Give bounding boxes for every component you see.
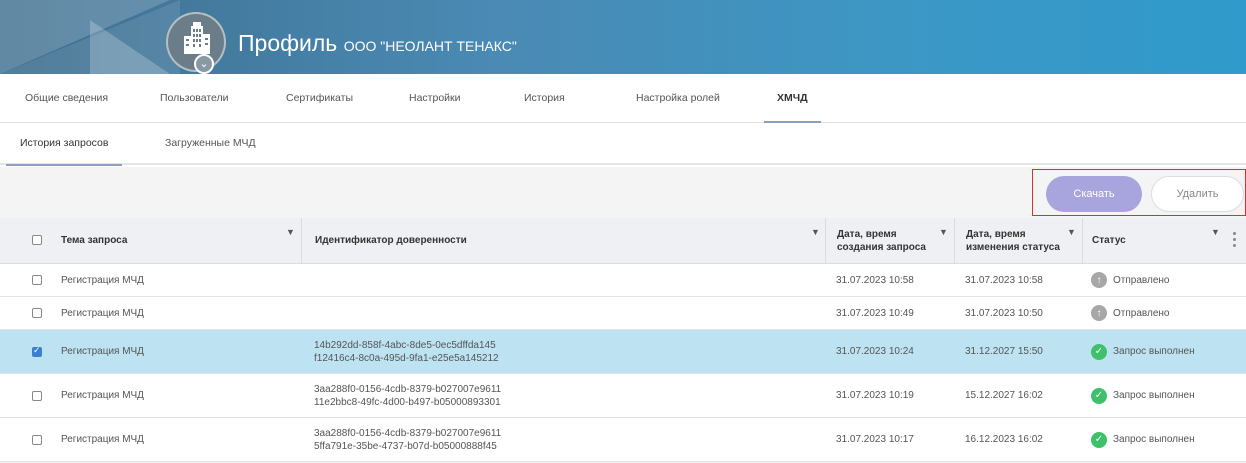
table-row[interactable]: Регистрация МЧД 14b292dd-858f-4abc-8de5-…: [0, 330, 1246, 374]
xmchd-subtabs: История запросов Загруженные МЧД: [0, 128, 1246, 166]
table-row[interactable]: Регистрация МЧД 3aa288f0-0156-4cdb-8379-…: [0, 418, 1246, 462]
table-row[interactable]: Регистрация МЧД 3aa288f0-0156-4cdb-8379-…: [0, 374, 1246, 418]
cell-status: ✓ Запрос выполнен: [1091, 374, 1241, 417]
column-header-created[interactable]: Дата, время создания запроса: [825, 218, 954, 263]
profile-tabs: Общие сведения Пользователи Сертификаты …: [0, 81, 1246, 123]
cell-status: ↑ Отправлено: [1091, 297, 1241, 329]
company-name: ООО "НЕОЛАНТ ТЕНАКС": [343, 38, 517, 54]
tab-certificates[interactable]: Сертификаты: [286, 92, 353, 104]
row-checkbox[interactable]: [32, 345, 42, 357]
page-title: Профиль ООО "НЕОЛАНТ ТЕНАКС": [238, 30, 517, 57]
tab-xmchd[interactable]: ХМЧД: [764, 92, 821, 123]
column-header-changed-line2: изменения статуса: [966, 241, 1060, 253]
column-header-id[interactable]: Идентификатор доверенности: [301, 218, 825, 263]
subtab-uploaded-mchd[interactable]: Загруженные МЧД: [165, 137, 256, 149]
more-options-icon[interactable]: [1233, 232, 1237, 250]
cell-id: 3aa288f0-0156-4cdb-8379-b027007e9611 5ff…: [314, 418, 814, 461]
cell-changed: 16.12.2023 16:02: [965, 434, 1043, 445]
status-sent-icon: ↑: [1091, 272, 1107, 288]
cell-changed: 31.12.2027 15:50: [965, 346, 1043, 357]
check-circle-icon: ✓: [1091, 431, 1107, 448]
column-header-subject[interactable]: Тема запроса: [61, 218, 301, 263]
tab-general-info[interactable]: Общие сведения: [25, 92, 108, 104]
status-sent-icon: ↑: [1091, 305, 1107, 321]
company-avatar[interactable]: ⌄: [166, 12, 226, 74]
cell-id: 3aa288f0-0156-4cdb-8379-b027007e9611 11e…: [314, 374, 814, 417]
check-circle-icon: ✓: [1091, 387, 1107, 404]
column-header-status[interactable]: Статус: [1082, 218, 1222, 263]
cell-subject: Регистрация МЧД: [61, 274, 144, 286]
cell-created: 31.07.2023 10:58: [836, 274, 914, 286]
profile-header: ⌄ Профиль ООО "НЕОЛАНТ ТЕНАКС": [0, 0, 1246, 74]
cell-changed: 31.07.2023 10:58: [965, 274, 1043, 286]
column-header-created-line2: создания запроса: [837, 241, 926, 253]
cell-created: 31.07.2023 10:17: [836, 434, 914, 445]
cell-changed: 31.07.2023 10:50: [965, 307, 1043, 319]
column-header-status-label: Статус: [1092, 235, 1126, 246]
status-label: Запрос выполнен: [1113, 346, 1195, 357]
table-row[interactable]: Регистрация МЧД 31.07.2023 10:49 31.07.2…: [0, 297, 1246, 330]
filter-icon[interactable]: ▼: [811, 227, 820, 237]
cell-id-line2: f12416c4-8c0a-495d-9fa1-e25e5a145212: [314, 352, 499, 364]
column-header-created-line1: Дата, время: [837, 228, 897, 240]
header-decoration: [90, 20, 170, 74]
cell-created: 31.07.2023 10:19: [836, 390, 914, 401]
status-label: Запрос выполнен: [1113, 390, 1195, 401]
tab-history[interactable]: История: [524, 92, 565, 104]
row-checkbox[interactable]: [32, 391, 42, 401]
cell-id: [314, 297, 814, 329]
table-row[interactable]: Регистрация МЧД 31.07.2023 10:58 31.07.2…: [0, 264, 1246, 297]
cell-created: 31.07.2023 10:24: [836, 346, 914, 357]
requests-table: Тема запроса ▼ Идентификатор доверенност…: [0, 218, 1246, 462]
status-label: Отправлено: [1113, 307, 1170, 319]
status-label: Отправлено: [1113, 274, 1170, 286]
column-header-id-label: Идентификатор доверенности: [315, 235, 467, 246]
filter-icon[interactable]: ▼: [1067, 227, 1076, 237]
column-header-subject-label: Тема запроса: [61, 235, 128, 246]
tab-settings[interactable]: Настройки: [409, 92, 461, 104]
cell-id-line1: 3aa288f0-0156-4cdb-8379-b027007e9611: [314, 427, 502, 439]
tab-users[interactable]: Пользователи: [160, 92, 229, 104]
chevron-down-icon[interactable]: ⌄: [194, 54, 214, 74]
cell-status: ↑ Отправлено: [1091, 264, 1241, 296]
row-checkbox[interactable]: [32, 275, 42, 285]
column-header-changed[interactable]: Дата, время изменения статуса: [954, 218, 1082, 263]
cell-subject: Регистрация МЧД: [61, 307, 144, 319]
filter-icon[interactable]: ▼: [939, 227, 948, 237]
cell-status: ✓ Запрос выполнен: [1091, 418, 1241, 461]
page-title-text: Профиль: [238, 30, 338, 56]
cell-created: 31.07.2023 10:49: [836, 307, 914, 319]
cell-id: [314, 264, 814, 296]
building-icon: [184, 22, 210, 54]
select-all-checkbox[interactable]: [32, 235, 42, 245]
cell-id-line2: 11e2bbc8-49fc-4d00-b497-b05000893301: [314, 396, 501, 408]
cell-changed: 15.12.2027 16:02: [965, 390, 1043, 401]
cell-subject: Регистрация МЧД: [61, 346, 144, 357]
check-circle-icon: ✓: [1091, 343, 1107, 360]
cell-id-line2: 5ffa791e-35be-4737-b07d-b05000888f45: [314, 440, 497, 452]
cell-id-line1: 14b292dd-858f-4abc-8de5-0ec5dffda145: [314, 339, 496, 351]
cell-id-line1: 3aa288f0-0156-4cdb-8379-b027007e9611: [314, 383, 502, 395]
row-checkbox[interactable]: [32, 435, 42, 445]
subtab-request-history[interactable]: История запросов: [5, 137, 123, 166]
column-header-changed-line1: Дата, время: [966, 228, 1026, 240]
status-label: Запрос выполнен: [1113, 434, 1195, 445]
cell-id: 14b292dd-858f-4abc-8de5-0ec5dffda145 f12…: [314, 330, 814, 373]
cell-subject: Регистрация МЧД: [61, 390, 144, 401]
filter-icon[interactable]: ▼: [1211, 227, 1220, 237]
tab-role-settings[interactable]: Настройка ролей: [636, 92, 720, 104]
row-checkbox[interactable]: [32, 308, 42, 318]
download-button[interactable]: Скачать: [1046, 176, 1142, 212]
filter-icon[interactable]: ▼: [286, 227, 295, 237]
cell-subject: Регистрация МЧД: [61, 434, 144, 445]
table-header-row: Тема запроса ▼ Идентификатор доверенност…: [0, 218, 1246, 264]
cell-status: ✓ Запрос выполнен: [1091, 330, 1241, 373]
delete-button[interactable]: Удалить: [1151, 176, 1244, 212]
